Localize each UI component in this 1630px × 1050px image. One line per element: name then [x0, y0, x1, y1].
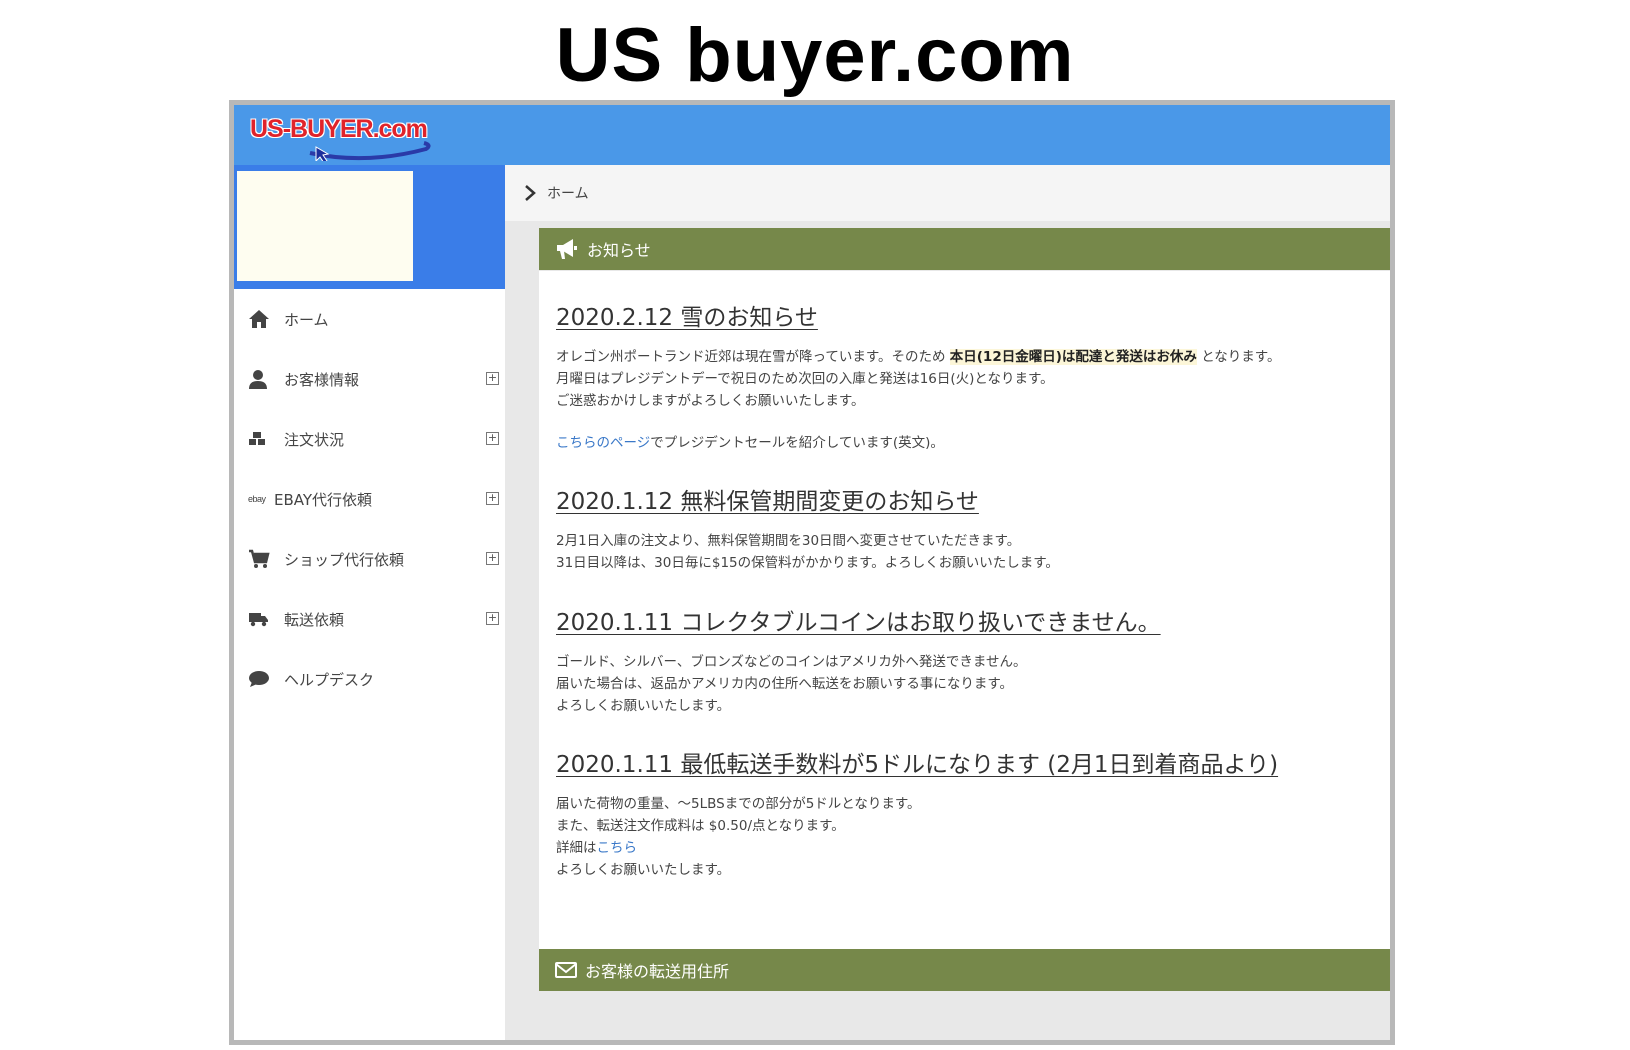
slide-title: US buyer.com [555, 13, 1075, 98]
envelope-icon [555, 962, 577, 978]
notice-panel-title: お知らせ [587, 241, 651, 260]
breadcrumb-home[interactable]: ホーム [547, 183, 589, 203]
sidebar-item-label: EBAY代行依頼 [274, 490, 373, 509]
address-panel-header: お客様の転送用住所 [539, 949, 1390, 991]
news-text: 月曜日はプレジデントデーで祝日のため次回の入庫と発送は16日(火)となります。 [556, 371, 1054, 387]
top-header-bar: US-BUYER.com [234, 105, 1390, 165]
sale-page-link[interactable]: こちらのページ [556, 435, 650, 451]
news-text: よろしくお願いいたします。 [556, 862, 731, 878]
expand-icon[interactable]: + [486, 432, 499, 445]
news-title[interactable]: 2020.1.11 コレクタブルコインはお取り扱いできません。 [556, 603, 1390, 637]
sidebar: ホーム お客様情報 + 注文状況 + ebay EBAY代行依頼 + ショップ代… [234, 165, 505, 1040]
address-panel-title: お客様の転送用住所 [585, 962, 730, 981]
news-item: 2020.1.12 無料保管期間変更のお知らせ 2月1日入庫の注文より、無料保管… [556, 482, 1390, 574]
news-text: こちらのページでプレジデントセールを紹介しています(英文)。 [556, 432, 1390, 454]
news-text-part: となります。 [1196, 349, 1281, 365]
truck-icon [248, 608, 276, 630]
sidebar-menu: ホーム お客様情報 + 注文状況 + ebay EBAY代行依頼 + ショップ代… [234, 289, 505, 709]
news-title[interactable]: 2020.1.12 無料保管期間変更のお知らせ [556, 482, 1390, 516]
news-text-part: オレゴン州ポートランド近郊は現在雪が降っています。そのため [556, 349, 950, 365]
main-content: ホーム お知らせ 2020.2.12 雪のお知らせ オレゴン州ポートランド近郊は… [505, 165, 1390, 1040]
breadcrumb: ホーム [505, 165, 1390, 221]
expand-icon[interactable]: + [486, 552, 499, 565]
browser-screenshot: US-BUYER.com ホーム お客様情報 + 注文状況 + ebay EBA… [229, 100, 1395, 1045]
news-highlight: 本日(12日金曜日)は配達と発送はお休み [949, 349, 1197, 365]
news-title[interactable]: 2020.2.12 雪のお知らせ [556, 298, 1390, 332]
chevron-right-icon [525, 185, 536, 201]
sidebar-item-label: ホーム [284, 310, 329, 329]
news-text: 届いた場合は、返品かアメリカ内の住所へ転送をお願いする事になります。 [556, 676, 1013, 692]
sidebar-item-label: ヘルプデスク [284, 670, 375, 689]
news-text: よろしくお願いいたします。 [556, 698, 731, 714]
home-icon [248, 308, 276, 330]
sidebar-item-ebay[interactable]: ebay EBAY代行依頼 + [234, 469, 505, 529]
sidebar-item-helpdesk[interactable]: ヘルプデスク [234, 649, 505, 709]
news-item: 2020.1.11 最低転送手数料が5ドルになります (2月1日到着商品より) … [556, 745, 1390, 881]
sidebar-item-order-status[interactable]: 注文状況 + [234, 409, 505, 469]
expand-icon[interactable]: + [486, 492, 499, 505]
user-icon [248, 368, 276, 390]
news-title[interactable]: 2020.1.11 最低転送手数料が5ドルになります (2月1日到着商品より) [556, 745, 1390, 779]
news-text: 31日目以降は、30日毎に$15の保管料がかかります。よろしくお願いいたします。 [556, 555, 1059, 571]
sidebar-item-shop[interactable]: ショップ代行依頼 + [234, 529, 505, 589]
comment-icon [248, 668, 276, 690]
news-text: 詳細はこちら [556, 837, 1390, 859]
sidebar-profile-area [234, 165, 505, 289]
sidebar-item-label: ショップ代行依頼 [284, 550, 405, 569]
cubes-icon [248, 428, 276, 450]
expand-icon[interactable]: + [486, 372, 499, 385]
news-text: ご迷惑おかけしますがよろしくお願いいたします。 [556, 393, 865, 409]
expand-icon[interactable]: + [486, 612, 499, 625]
notice-panel-header: お知らせ [539, 228, 1390, 270]
news-text-part: でプレジデントセールを紹介しています(英文)。 [650, 435, 944, 451]
news-text: 2月1日入庫の注文より、無料保管期間を30日間へ変更させていただきます。 [556, 533, 1021, 549]
ebay-icon: ebay [248, 494, 266, 504]
news-item: 2020.1.11 コレクタブルコインはお取り扱いできません。 ゴールド、シルバ… [556, 603, 1390, 717]
sidebar-item-forwarding[interactable]: 転送依頼 + [234, 589, 505, 649]
news-text: 届いた荷物の重量、～5LBSまでの部分が5ドルとなります。 [556, 796, 921, 812]
logo-swoosh-icon [309, 141, 431, 161]
notice-panel-body: 2020.2.12 雪のお知らせ オレゴン州ポートランド近郊は現在雪が降っていま… [539, 271, 1390, 961]
news-item: 2020.2.12 雪のお知らせ オレゴン州ポートランド近郊は現在雪が降っていま… [556, 298, 1390, 454]
profile-image-placeholder [237, 171, 413, 281]
news-text: また、転送注文作成料は $0.50/点となります。 [556, 818, 845, 834]
news-text: ゴールド、シルバー、ブロンズなどのコインはアメリカ外へ発送できません。 [556, 654, 1027, 670]
sidebar-item-customer-info[interactable]: お客様情報 + [234, 349, 505, 409]
bullhorn-icon [555, 238, 579, 260]
sidebar-item-label: 注文状況 [284, 430, 345, 449]
sidebar-item-label: 転送依頼 [284, 610, 345, 629]
details-link[interactable]: こちら [597, 840, 638, 856]
site-logo[interactable]: US-BUYER.com [246, 111, 436, 161]
news-text: オレゴン州ポートランド近郊は現在雪が降っています。そのため 本日(12日金曜日)… [556, 346, 1390, 368]
cart-icon [248, 548, 276, 570]
news-text-part: 詳細は [556, 840, 597, 856]
sidebar-item-home[interactable]: ホーム [234, 289, 505, 349]
sidebar-item-label: お客様情報 [284, 370, 360, 389]
